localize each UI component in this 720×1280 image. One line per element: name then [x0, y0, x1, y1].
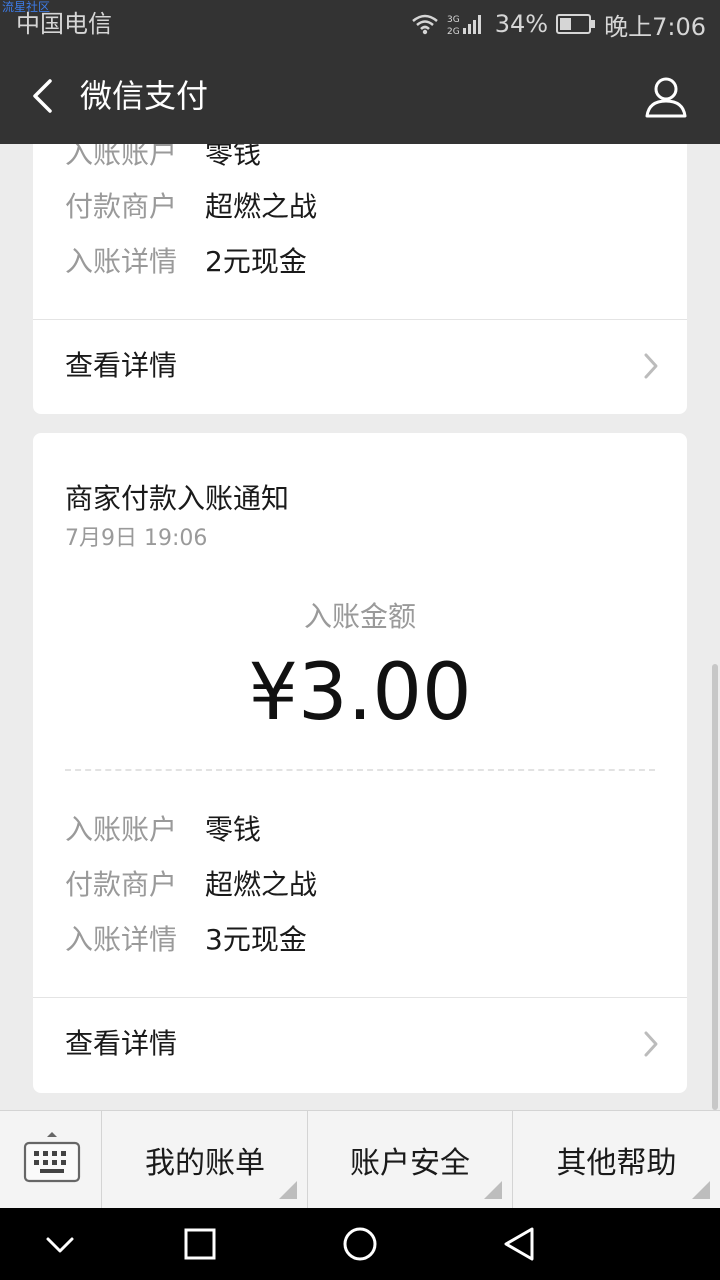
page-title: 微信支付 — [80, 77, 209, 115]
row-value: 零钱 — [205, 813, 262, 846]
chevron-right-icon — [644, 353, 658, 379]
info-row: 入账账户 零钱 — [65, 808, 261, 848]
carrier-name: 中国电信 — [16, 10, 112, 38]
menu-account-security[interactable]: 账户安全 — [308, 1111, 513, 1209]
notice-card: 入账账户 零钱 付款商户 超燃之战 入账详情 2元现金 查看详情 — [33, 144, 687, 414]
keyboard-icon — [23, 1132, 81, 1183]
menu-label: 其他帮助 — [556, 1146, 677, 1181]
menu-my-bills[interactable]: 我的账单 — [103, 1111, 308, 1209]
submenu-indicator-icon — [692, 1181, 710, 1199]
view-details-link[interactable]: 查看详情 — [33, 998, 687, 1094]
view-details-label: 查看详情 — [65, 349, 178, 382]
notice-title: 商家付款入账通知 — [65, 482, 290, 515]
row-label: 付款商户 — [65, 190, 178, 223]
svg-text:3G: 3G — [447, 15, 460, 25]
row-value: 2元现金 — [205, 245, 307, 278]
recents-icon[interactable] — [180, 1224, 220, 1264]
menu-label: 我的账单 — [145, 1146, 265, 1181]
row-value: 超燃之战 — [205, 190, 318, 223]
chevron-right-icon — [644, 1031, 658, 1057]
row-label: 入账账户 — [65, 813, 178, 846]
user-profile-icon — [645, 77, 687, 118]
row-label: 付款商户 — [65, 868, 178, 901]
wifi-icon — [411, 14, 438, 35]
row-label: 入账详情 — [65, 923, 178, 956]
submenu-indicator-icon — [279, 1181, 297, 1199]
home-icon[interactable] — [340, 1224, 380, 1264]
row-value: 超燃之战 — [205, 868, 318, 901]
status-bar: 流星社区 中国电信 3G 2G 34% 晚上7:06 — [0, 0, 720, 48]
notice-card: 商家付款入账通知 7月9日 19:06 入账金额 ¥3.00 入账账户 零钱 付… — [33, 433, 687, 1093]
status-icons: 3G 2G 34% 晚上7:06 — [411, 8, 706, 41]
row-label: 入账账户 — [65, 144, 178, 170]
row-value: 3元现金 — [205, 923, 307, 956]
amount-label: 入账金额 — [303, 600, 416, 633]
notice-time: 7月9日 19:06 — [65, 526, 208, 551]
row-value: 零钱 — [205, 144, 262, 170]
clock: 晚上7:06 — [604, 12, 706, 41]
info-row: 付款商户 超燃之战 — [65, 863, 317, 903]
bottom-menu: 我的账单 账户安全 其他帮助 — [0, 1110, 720, 1209]
battery-percent: 34% — [494, 10, 549, 38]
back-button[interactable] — [18, 72, 66, 120]
view-details-label: 查看详情 — [65, 1027, 178, 1060]
chevron-left-icon — [33, 79, 52, 113]
keyboard-toggle-button[interactable] — [0, 1111, 102, 1209]
system-nav-bar — [0, 1208, 720, 1280]
battery-icon — [556, 14, 596, 34]
amount-value: ¥3.00 — [248, 648, 472, 738]
back-icon[interactable] — [500, 1224, 540, 1264]
nav-header: 微信支付 — [0, 48, 720, 144]
menu-other-help[interactable]: 其他帮助 — [513, 1111, 720, 1209]
info-row: 入账账户 零钱 — [65, 144, 261, 172]
info-row: 入账详情 2元现金 — [65, 240, 307, 280]
signal-icon: 3G 2G — [447, 15, 481, 36]
row-label: 入账详情 — [65, 245, 178, 278]
scrollbar[interactable] — [712, 664, 718, 1110]
profile-button[interactable] — [642, 74, 690, 122]
collapse-icon[interactable] — [40, 1224, 80, 1264]
info-row: 付款商户 超燃之战 — [65, 185, 317, 225]
menu-label: 账户安全 — [350, 1146, 470, 1181]
info-row: 入账详情 3元现金 — [65, 918, 307, 958]
submenu-indicator-icon — [484, 1181, 502, 1199]
svg-text:2G: 2G — [447, 27, 460, 36]
message-list[interactable]: 入账账户 零钱 付款商户 超燃之战 入账详情 2元现金 查看详情 商家付款入账通… — [0, 144, 720, 1110]
dashed-divider — [65, 769, 655, 771]
view-details-link[interactable]: 查看详情 — [33, 320, 687, 416]
